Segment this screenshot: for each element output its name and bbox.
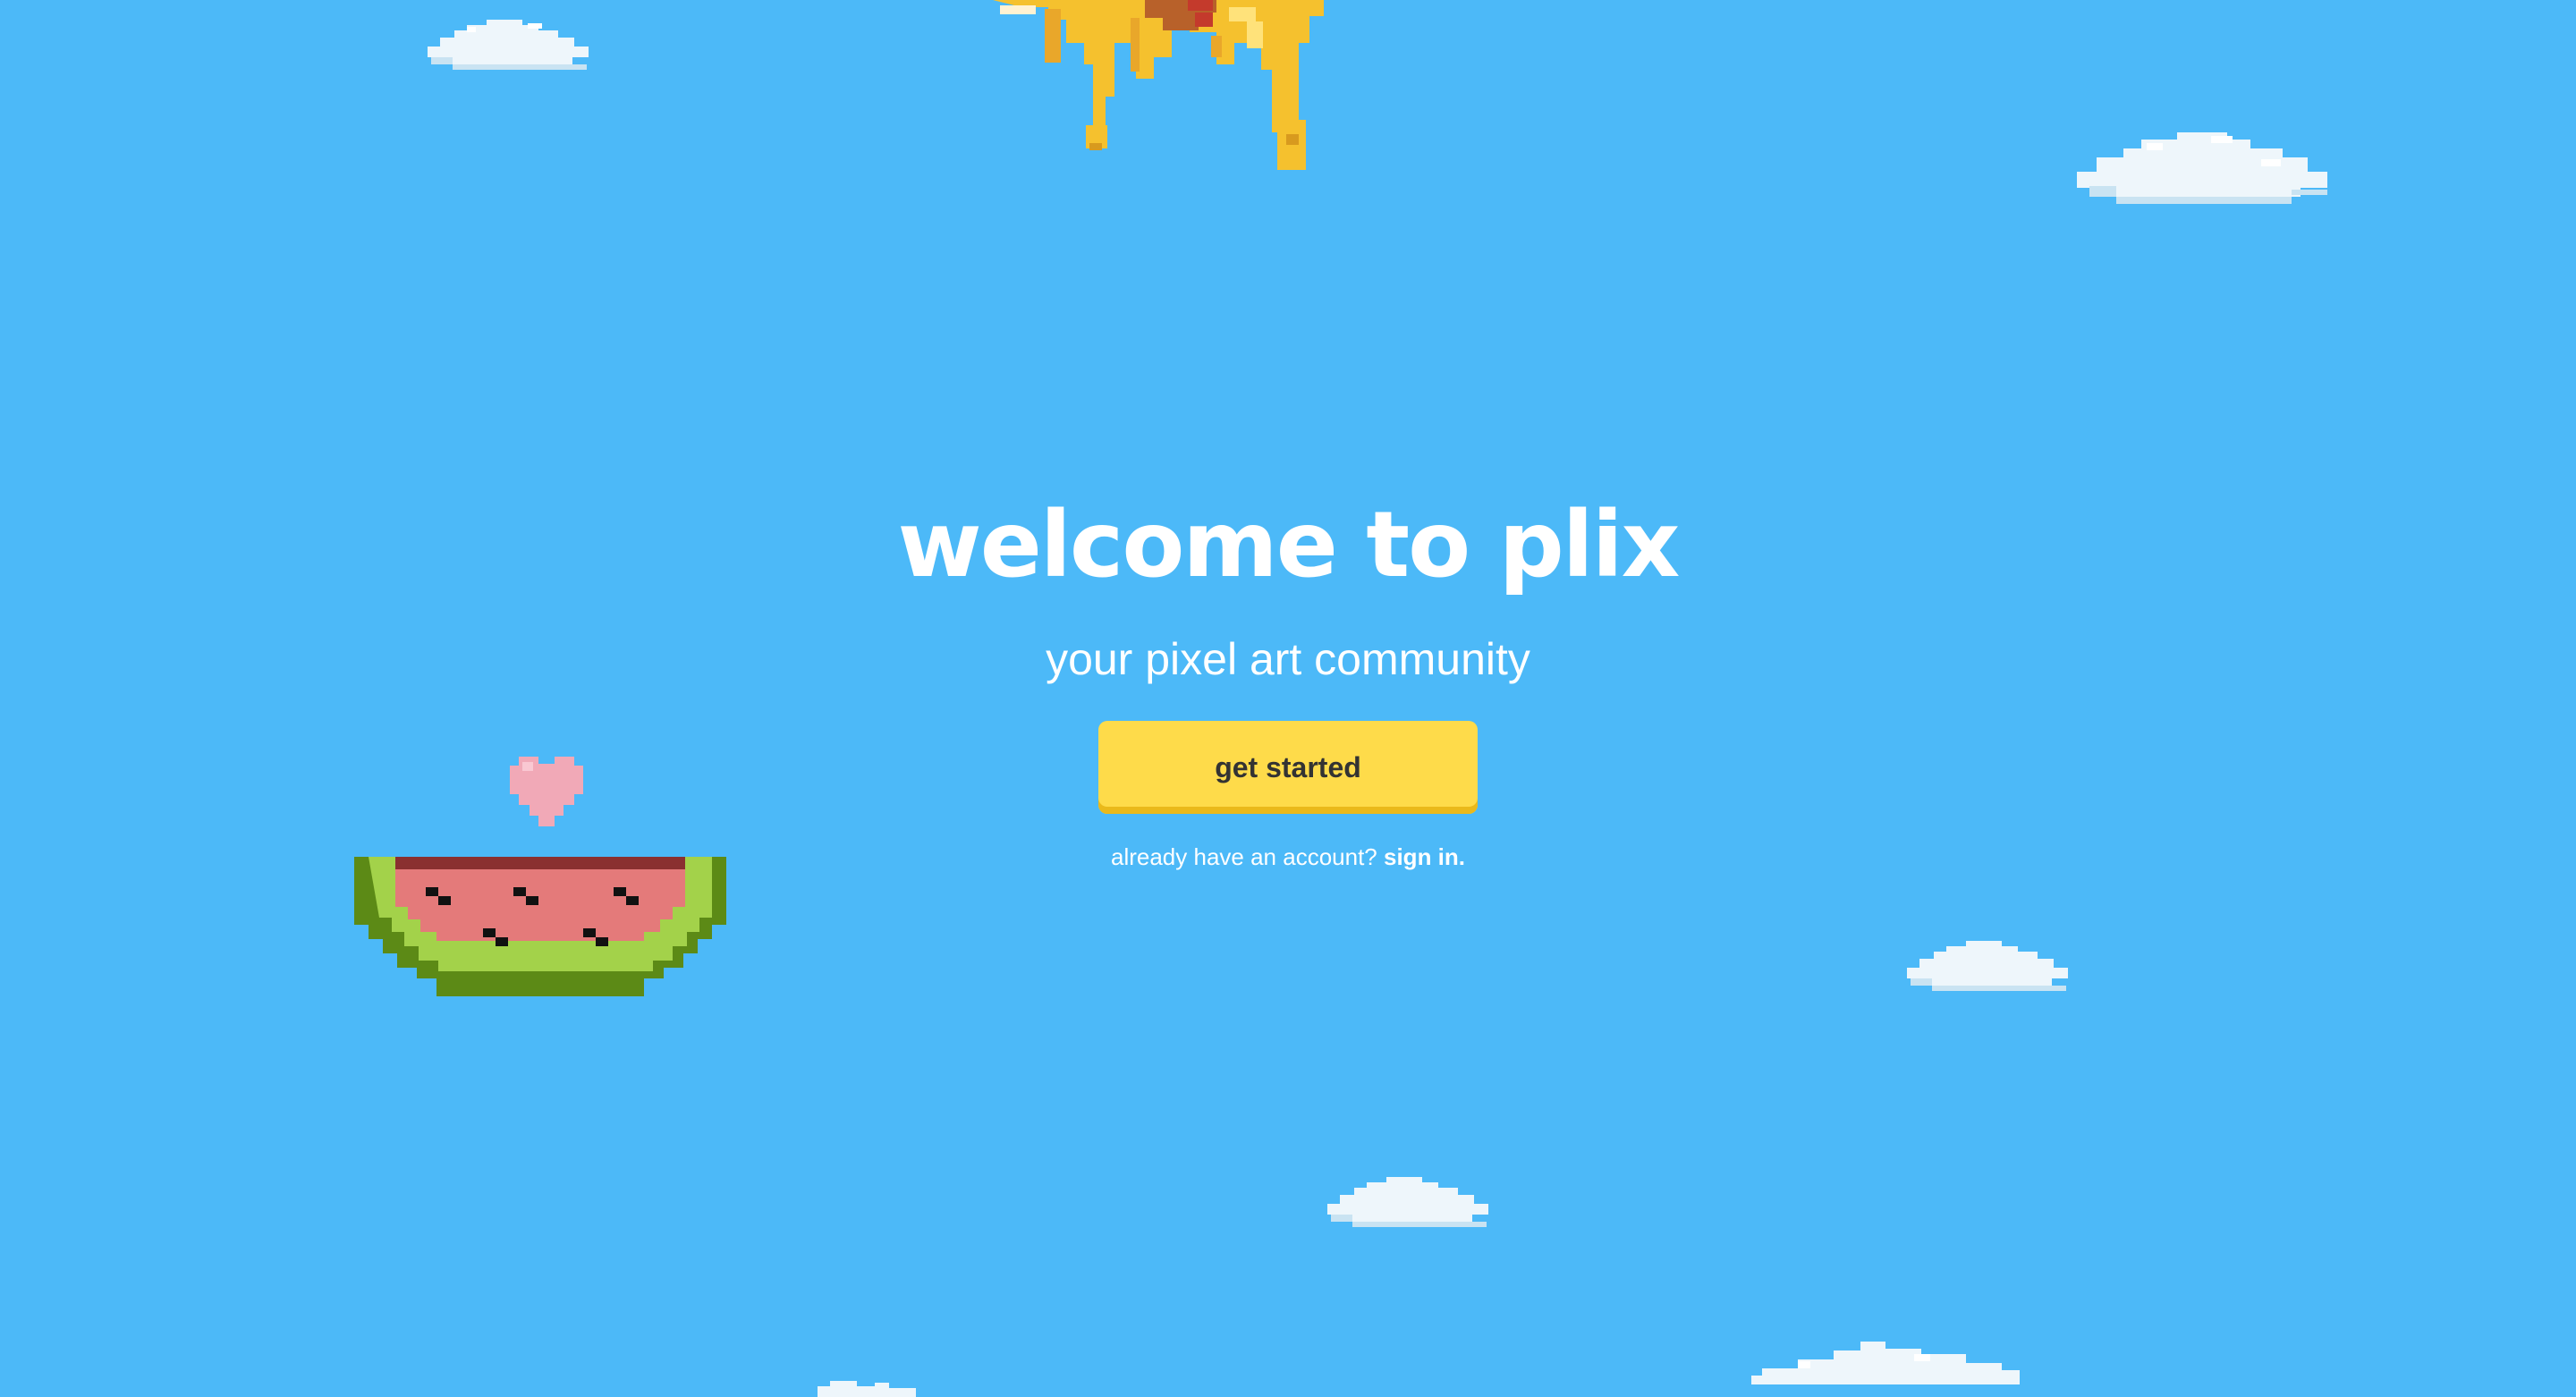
cloud-bottom-left-partial bbox=[818, 1381, 916, 1397]
page-subtitle: your pixel art community bbox=[1046, 634, 1530, 684]
signin-row: already have an account? sign in. bbox=[0, 841, 2576, 873]
cloud-bottom-right-partial bbox=[1751, 1342, 2020, 1384]
signin-prompt: already have an account? bbox=[1110, 843, 1377, 870]
hero-section: welcome to plix your pixel art community… bbox=[0, 483, 2576, 873]
page-title: welcome to plix bbox=[897, 492, 1681, 598]
cloud-bottom-center bbox=[1327, 1177, 1488, 1227]
cloud-top-right bbox=[2077, 132, 2327, 204]
landing-page: welcome to plix your pixel art community… bbox=[0, 0, 2576, 1397]
melting-pizza-sprite bbox=[993, 0, 1324, 170]
cloud-mid-right bbox=[1907, 941, 2068, 991]
watermelon-sprite bbox=[354, 857, 726, 996]
cloud-top-left bbox=[428, 20, 589, 70]
get-started-button[interactable]: get started bbox=[1098, 721, 1478, 814]
sign-in-link[interactable]: sign in. bbox=[1384, 843, 1465, 870]
